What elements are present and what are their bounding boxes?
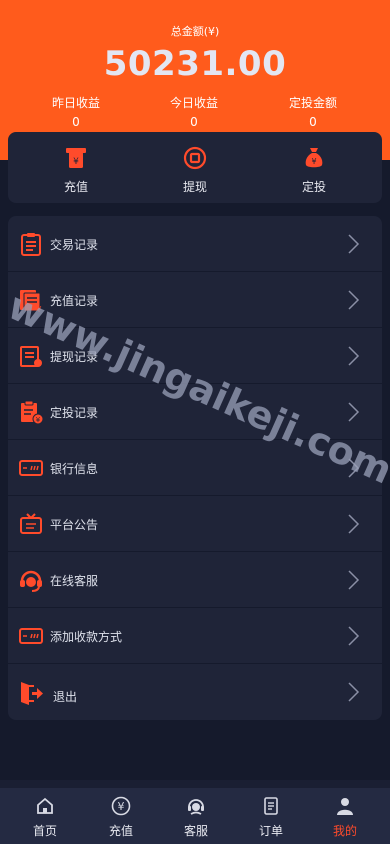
chevron-right-icon — [348, 682, 360, 702]
menu-item-investment-records[interactable]: ¥ 定投记录 — [8, 384, 382, 440]
home-icon — [37, 797, 53, 814]
service-icon — [188, 799, 204, 815]
tab-home[interactable]: 首页 — [6, 788, 84, 844]
clipboard-icon — [21, 233, 41, 256]
stat-label: 今日收益 — [169, 96, 218, 110]
menu-item-withdraw-records[interactable]: 提现记录 — [8, 328, 382, 384]
menu-item-add-payment[interactable]: 添加收款方式 — [8, 608, 382, 664]
chevron-right-icon — [348, 514, 360, 534]
investment-label: 定投 — [301, 180, 326, 194]
chevron-right-icon — [348, 458, 360, 478]
svg-text:¥: ¥ — [118, 800, 125, 813]
stat-value: 0 — [309, 115, 317, 129]
total-amount-value: 50231.00 — [103, 44, 287, 84]
menu-item-label: 充值记录 — [50, 294, 99, 308]
payment-card-icon — [19, 628, 43, 644]
logout-icon — [21, 682, 43, 705]
tab-label: 订单 — [258, 824, 283, 838]
withdraw-label: 提现 — [182, 180, 207, 194]
stat-value: 0 — [190, 115, 198, 129]
recharge-button[interactable]: ¥ 充值 — [21, 132, 131, 203]
stat-value: 0 — [72, 115, 80, 129]
withdraw-record-icon — [20, 346, 42, 367]
menu-item-announcement[interactable]: 平台公告 — [8, 496, 382, 552]
chevron-right-icon — [348, 402, 360, 422]
stat-yesterday: 昨日收益 0 — [21, 94, 131, 129]
menu-item-logout[interactable]: 退出 — [8, 664, 382, 720]
stat-today: 今日收益 0 — [139, 94, 249, 129]
total-amount-label: 总金额(¥) — [170, 25, 220, 38]
tab-label: 充值 — [108, 824, 133, 838]
menu-item-bank-info[interactable]: 银行信息 — [8, 440, 382, 496]
yuan-circle-icon: ¥ — [111, 796, 131, 816]
investment-record-icon: ¥ — [21, 400, 44, 425]
money-bag-icon: ¥ — [305, 148, 323, 168]
headset-icon — [20, 570, 42, 592]
quick-actions-card: ¥ 充值 提现 ¥ 定投 — [8, 132, 382, 203]
tabbar-separator — [0, 780, 390, 788]
tab-label: 我的 — [332, 824, 357, 838]
menu-item-label: 添加收款方式 — [50, 630, 123, 644]
bottom-tab-bar: 首页 ¥ 充值 客服 订单 我的 — [0, 788, 390, 844]
tab-mine[interactable]: 我的 — [306, 788, 384, 844]
earnings-stats: 昨日收益 0 今日收益 0 定投金额 0 — [0, 94, 390, 134]
recharge-label: 充值 — [63, 180, 88, 194]
stat-investment: 定投金额 0 — [258, 94, 368, 129]
withdraw-icon — [183, 146, 207, 170]
chevron-right-icon — [348, 290, 360, 310]
menu-item-label: 提现记录 — [50, 350, 99, 364]
chevron-right-icon — [348, 346, 360, 366]
menu-item-label: 银行信息 — [50, 462, 99, 476]
svg-text:¥: ¥ — [311, 157, 316, 166]
recharge-record-icon: ¥ — [20, 290, 42, 313]
chevron-right-icon — [348, 626, 360, 646]
menu-list: 交易记录 ¥ 充值记录 提现记录 ¥ 定投记录 银行信息 平台公告 在线客服 添… — [8, 216, 382, 720]
menu-item-recharge-records[interactable]: ¥ 充值记录 — [8, 272, 382, 328]
menu-item-label: 定投记录 — [50, 406, 99, 420]
tab-orders[interactable]: 订单 — [232, 788, 310, 844]
bank-card-icon — [19, 460, 43, 476]
menu-item-transactions[interactable]: 交易记录 — [8, 216, 382, 272]
svg-text:¥: ¥ — [73, 157, 79, 167]
stat-label: 定投金额 — [288, 96, 337, 110]
tab-label: 客服 — [183, 824, 208, 838]
announcement-icon — [20, 513, 42, 534]
order-icon — [264, 797, 278, 815]
chevron-right-icon — [348, 570, 360, 590]
menu-item-online-service[interactable]: 在线客服 — [8, 552, 382, 608]
investment-button[interactable]: ¥ 定投 — [259, 132, 369, 203]
chevron-right-icon — [348, 234, 360, 254]
withdraw-button[interactable]: 提现 — [140, 132, 250, 203]
recharge-icon: ¥ — [66, 148, 86, 168]
stat-label: 昨日收益 — [51, 96, 100, 110]
user-icon — [337, 798, 353, 815]
tab-label: 首页 — [32, 824, 57, 838]
menu-item-label: 在线客服 — [50, 574, 99, 588]
tab-recharge[interactable]: ¥ 充值 — [82, 788, 160, 844]
menu-item-label: 平台公告 — [50, 518, 99, 532]
svg-text:¥: ¥ — [36, 305, 41, 313]
tab-service[interactable]: 客服 — [157, 788, 235, 844]
menu-item-label: 退出 — [53, 690, 78, 704]
menu-item-label: 交易记录 — [50, 238, 99, 252]
svg-text:¥: ¥ — [36, 416, 41, 424]
